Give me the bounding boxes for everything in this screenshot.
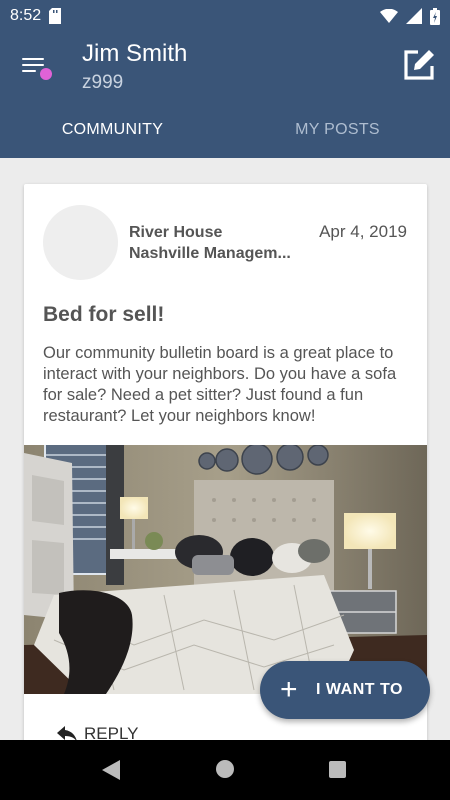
post-author: River House Nashville Managem...: [129, 222, 309, 264]
fab-label: I WANT TO: [316, 681, 403, 698]
compose-icon[interactable]: [402, 48, 436, 82]
post-date: Apr 4, 2019: [319, 222, 407, 241]
home-icon[interactable]: [216, 760, 234, 778]
user-id: z999: [82, 72, 124, 93]
status-time: 8:52: [10, 7, 42, 24]
user-name: Jim Smith: [82, 40, 188, 67]
plus-icon: +: [280, 673, 299, 706]
tab-my-posts[interactable]: MY POSTS: [225, 102, 450, 158]
post-photo[interactable]: [24, 445, 427, 694]
notification-badge: [40, 68, 52, 80]
post-title: Bed for sell!: [43, 303, 165, 326]
author-org: Nashville Managem...: [129, 245, 291, 262]
post-body: Our community bulletin board is a great …: [43, 344, 397, 425]
i-want-to-button[interactable]: + I WANT TO: [260, 661, 430, 719]
author-name: River House: [129, 224, 223, 241]
menu-button[interactable]: [20, 54, 52, 80]
wifi-icon: [380, 9, 398, 23]
status-bar: 8:52: [0, 0, 450, 32]
system-nav-bar: [0, 740, 450, 800]
tab-bar: COMMUNITY MY POSTS: [0, 102, 450, 158]
app-bar: Jim Smith z999: [0, 32, 450, 102]
back-icon[interactable]: [102, 760, 120, 780]
sd-card-icon: [49, 8, 62, 24]
signal-icon: [406, 8, 422, 24]
tab-community[interactable]: COMMUNITY: [0, 102, 225, 158]
battery-icon: [430, 7, 440, 25]
avatar: [43, 205, 118, 280]
recents-icon[interactable]: [329, 761, 346, 778]
